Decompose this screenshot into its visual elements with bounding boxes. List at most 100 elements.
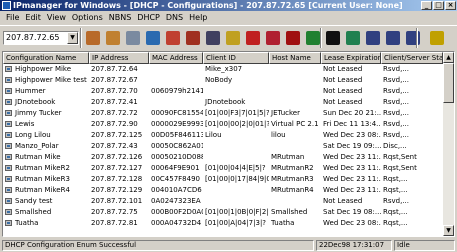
table-cell: 207.87.72.126: [91, 153, 143, 161]
table-cell: 207.87.72.127: [91, 164, 143, 172]
close-button[interactable]: ×: [445, 1, 456, 10]
table-cell: Rqst,Sent: [383, 164, 417, 172]
table-cell: [01|00|04|4|E|5|?: [205, 164, 266, 172]
table-row[interactable]: Hummer 207.87.72.70 0060979h2141 Not Leased…: [3, 86, 443, 96]
address-combo[interactable]: 207.87.72.65 ▼: [3, 31, 79, 45]
table-cell: Not Leased: [323, 197, 363, 205]
table-cell: Highpower Mike test: [15, 76, 87, 84]
computer-icon: [5, 187, 12, 193]
table-row[interactable]: Long Lilou 207.87.72.125 00D05F846113 Lilou…: [3, 130, 443, 140]
address-value: 207.87.72.65: [6, 33, 60, 42]
scroll-up-icon[interactable]: ▲: [443, 52, 454, 63]
table-cell: Rqst,...: [383, 219, 408, 227]
user-add-button[interactable]: [244, 29, 262, 47]
table-cell: Rutman Mike: [15, 153, 61, 161]
table-cell: Rsvd,...: [383, 65, 409, 73]
table-row[interactable]: Rutman Mike 207.87.72.126 00050210D088 MRut…: [3, 152, 443, 162]
delete-icon: [326, 31, 340, 45]
table-row[interactable]: Smallshed 207.87.72.75 000B00F2D0A0 [01|00|…: [3, 207, 443, 217]
table-cell: Rsvd,...: [383, 76, 409, 84]
table-cell: [01|00|A|04|7|3|?: [205, 219, 267, 227]
menu-bar: File Edit View Options NBNS DHCP DNS Help: [0, 12, 457, 23]
network-button[interactable]: [164, 29, 182, 47]
maximize-button[interactable]: □: [433, 1, 444, 10]
vertical-scrollbar[interactable]: ▲ ▼: [443, 52, 454, 236]
table-cell: 004010A7CD6: [151, 186, 202, 194]
table-cell: 207.87.72.41: [91, 98, 138, 106]
chip-icon: [146, 31, 160, 45]
minimize-button[interactable]: _: [421, 1, 432, 10]
lock-button[interactable]: [124, 29, 142, 47]
pencil-button[interactable]: [104, 29, 122, 47]
table-cell: [149, 64, 203, 74]
table-row[interactable]: Lewis 207.87.72.90 0000029E9993 [01|00|00|2…: [3, 119, 443, 129]
table-row[interactable]: Tuatha 207.87.72.81 000A04732D4 [01|00|A|04…: [3, 218, 443, 228]
table-row[interactable]: Manzo_Polar 207.87.72.43 00050C862A01 Sat D…: [3, 141, 443, 151]
table-row[interactable]: JDnotebook 207.87.72.41 JDnotebook Not Leas…: [3, 97, 443, 107]
status-message: DHCP Configuration Enum Successful: [2, 240, 314, 251]
table-cell: 207.87.72.67: [91, 76, 138, 84]
scroll-down-icon[interactable]: ▼: [443, 225, 454, 236]
table-row[interactable]: Sandy test 207.87.72.101 0A0247323EA Not Le…: [3, 196, 443, 206]
menu-nbns[interactable]: NBNS: [106, 12, 135, 23]
table-row[interactable]: Rutman MikeR4 207.87.72.129 004010A7CD6 MRu…: [3, 185, 443, 195]
column-header[interactable]: Client/Server Status: [381, 52, 443, 64]
user-remove-button[interactable]: [284, 29, 302, 47]
refresh-button[interactable]: [344, 29, 362, 47]
table-cell: 207.87.72.75: [91, 208, 138, 216]
table-cell: 207.87.72.101: [91, 197, 143, 205]
table-cell: Rsvd,...: [383, 120, 409, 128]
details-view-button[interactable]: [404, 29, 422, 47]
table-cell: 207.87.72.125: [91, 131, 143, 139]
menu-file[interactable]: File: [0, 12, 22, 23]
table-cell: 00D05F846113: [151, 131, 203, 139]
chevron-down-icon[interactable]: ▼: [67, 32, 78, 44]
table-row[interactable]: Rutman MikeR3 207.87.72.128 00C457F8490 [01…: [3, 174, 443, 184]
column-header[interactable]: Client ID: [203, 52, 269, 64]
delete-button[interactable]: [324, 29, 342, 47]
status-state: Idle: [394, 240, 455, 251]
chip-button[interactable]: [144, 29, 162, 47]
tree-view-button[interactable]: [384, 29, 402, 47]
table-cell: Rsvd,...: [383, 131, 409, 139]
table-cell: 0A0247323EA: [151, 197, 201, 205]
column-header[interactable]: MAC Address: [149, 52, 203, 64]
configuration-table: Configuration Name IP Address MAC Address C…: [2, 51, 455, 237]
table-cell: Smallshed: [271, 208, 308, 216]
scanner-button[interactable]: [204, 29, 222, 47]
book-button[interactable]: [84, 29, 102, 47]
scroll-thumb[interactable]: [443, 63, 454, 103]
table-row[interactable]: Jimmy Tucker 207.87.72.72 00090FC81554 [01|…: [3, 108, 443, 118]
table-cell: [203, 86, 269, 96]
app-icon: [2, 1, 11, 10]
table-cell: 0060979h2141: [151, 87, 203, 95]
table-row[interactable]: Highpower Mike 207.87.72.64 Mike_x307 Not L…: [3, 64, 443, 74]
column-header[interactable]: IP Address: [89, 52, 149, 64]
menu-view[interactable]: View: [44, 12, 69, 23]
dns-button[interactable]: [184, 29, 202, 47]
user-edit-button[interactable]: [264, 29, 282, 47]
folder-button[interactable]: [224, 29, 242, 47]
menu-dns[interactable]: DNS: [163, 12, 186, 23]
table-row[interactable]: Rutman MikeR2 207.87.72.127 00064F9E901 [01…: [3, 163, 443, 173]
list-view-button[interactable]: [364, 29, 382, 47]
menu-dhcp[interactable]: DHCP: [134, 12, 163, 23]
table-cell: Rqst,...: [383, 175, 408, 183]
table-cell: Not Leased: [323, 87, 363, 95]
table-cell: JDnotebook: [15, 98, 56, 106]
table-row[interactable]: Highpower Mike test 207.87.72.67 NoBody Not…: [3, 75, 443, 85]
table-cell: MRutman: [271, 153, 305, 161]
table-cell: 00050C862A01: [151, 142, 203, 150]
menu-options[interactable]: Options: [69, 12, 106, 23]
help-button[interactable]: [428, 29, 446, 47]
folder-icon: [226, 31, 240, 45]
column-header[interactable]: Lease Expiration: [321, 52, 381, 64]
table-cell: Rutman MikeR3: [15, 175, 70, 183]
table-cell: 207.87.72.90: [91, 120, 138, 128]
computer-icon: [5, 165, 12, 171]
column-header[interactable]: Configuration Name: [3, 52, 89, 64]
menu-edit[interactable]: Edit: [22, 12, 44, 23]
menu-help[interactable]: Help: [186, 12, 210, 23]
column-header[interactable]: Host Name: [269, 52, 321, 64]
table-cell: Rsvd,...: [383, 197, 409, 205]
